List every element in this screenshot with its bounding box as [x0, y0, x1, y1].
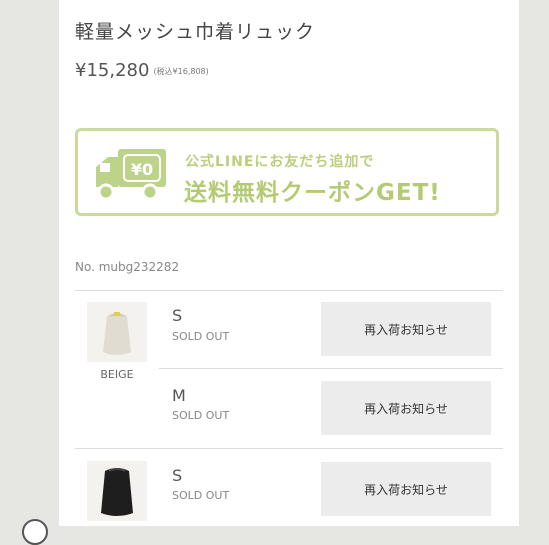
product-number: No. mubg232282: [75, 260, 180, 274]
product-panel: 軽量メッシュ巾着リュック ¥15,280 (税込¥16,808) ¥0 公式LIN…: [59, 0, 519, 526]
banner-badge: ¥0: [131, 160, 153, 179]
black-bag-thumbnail[interactable]: [87, 461, 147, 521]
divider: [75, 448, 503, 449]
divider: [159, 368, 503, 369]
banner-line2: 送料無料クーポンGET!: [184, 180, 441, 206]
divider: [75, 290, 503, 291]
size-label: S: [172, 306, 183, 325]
floating-button[interactable]: [22, 519, 48, 545]
stock-status: SOLD OUT: [172, 409, 230, 422]
color-label-beige: BEIGE: [100, 368, 134, 381]
restock-notify-button[interactable]: 再入荷お知らせ: [321, 462, 491, 516]
beige-bag-thumbnail[interactable]: [87, 302, 147, 362]
banner-line1: 公式LINEにお友だち追加で: [185, 154, 375, 170]
price-value: ¥15,280: [75, 60, 150, 81]
product-price: ¥15,280 (税込¥16,808): [75, 60, 209, 81]
size-label: S: [172, 466, 183, 485]
stock-status: SOLD OUT: [172, 330, 230, 343]
restock-notify-button[interactable]: 再入荷お知らせ: [321, 302, 491, 356]
delivery-truck-icon: ¥0: [96, 149, 166, 201]
stock-status: SOLD OUT: [172, 489, 230, 502]
size-label: M: [172, 386, 186, 405]
restock-notify-button[interactable]: 再入荷お知らせ: [321, 381, 491, 435]
price-tax-included: (税込¥16,808): [153, 66, 209, 76]
line-coupon-banner[interactable]: ¥0 公式LINEにお友だち追加で 送料無料クーポンGET!: [75, 128, 499, 216]
product-title: 軽量メッシュ巾着リュック: [75, 21, 316, 43]
